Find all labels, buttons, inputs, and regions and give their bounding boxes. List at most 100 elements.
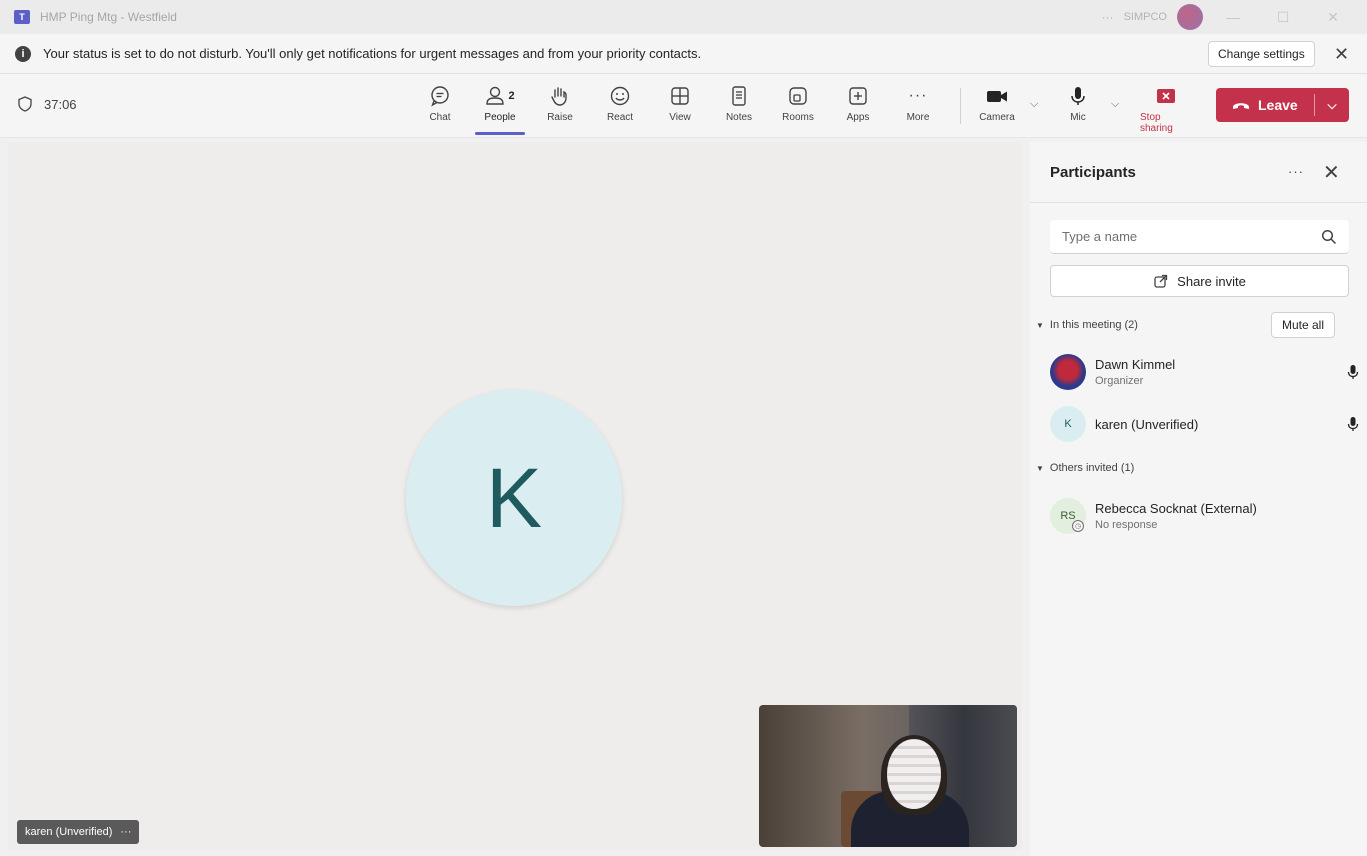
profile-avatar[interactable] [1177,4,1203,30]
teams-logo-icon: T [14,10,30,24]
avatar [1050,354,1086,390]
window-more-button[interactable]: ··· [1102,10,1114,24]
participant-name: Rebecca Socknat (External) [1095,501,1257,516]
people-icon [486,86,505,105]
others-invited-section-header[interactable]: ▼ Others invited (1) [1036,462,1134,474]
minimize-icon[interactable]: — [1213,9,1253,25]
close-window-icon[interactable]: ✕ [1313,9,1353,26]
chat-label: Chat [429,112,451,123]
raise-hand-button[interactable]: Raise [534,84,586,123]
share-invite-button[interactable]: Share invite [1050,265,1349,297]
apps-label: Apps [846,112,870,123]
invited-row[interactable]: RS ◷ Rebecca Socknat (External) No respo… [1050,498,1360,534]
participant-role: Organizer [1095,375,1144,387]
hang-up-icon [1233,103,1249,109]
pending-status-icon: ◷ [1072,520,1084,532]
in-meeting-label: In this meeting (2) [1049,319,1138,331]
others-invited-label: Others invited (1) [1049,462,1135,474]
toolbar-divider [960,88,961,124]
mic-button[interactable]: Mic [1052,84,1104,123]
apps-button[interactable]: Apps [832,84,884,123]
search-icon[interactable] [1321,229,1337,245]
people-label: People [484,112,516,123]
share-icon [1154,274,1168,288]
avatar: RS ◷ [1050,498,1086,534]
react-button[interactable]: React [594,84,646,123]
stop-sharing-icon [1157,89,1175,103]
notification-text: Your status is set to do not disturb. Yo… [43,46,702,61]
stop-sharing-label: Stop sharing [1140,112,1173,134]
org-name: SIMPCO [1123,11,1167,23]
window-title: HMP Ping Mtg - Westfield [40,10,177,24]
chat-icon [431,86,449,107]
camera-options-chevron-icon[interactable]: ⌵ [1030,98,1038,111]
participants-panel: Participants ··· ✕ Share invite ▼ In thi… [1030,142,1367,856]
maximize-icon[interactable]: ☐ [1263,9,1303,26]
add-apps-icon [849,87,867,105]
search-input[interactable] [1062,229,1302,244]
close-panel-icon[interactable]: ✕ [1323,160,1340,185]
blurred-face [887,739,941,809]
avatar-initials: RS [1060,510,1076,522]
mute-all-button[interactable]: Mute all [1271,312,1336,338]
camera-icon [987,91,1007,102]
people-count: 2 [508,90,515,102]
notes-button[interactable]: Notes [713,84,765,123]
leave-button[interactable]: Leave ⌵ [1216,88,1349,122]
self-video-preview[interactable] [759,705,1017,847]
leave-label: Leave [1258,97,1298,113]
rooms-label: Rooms [782,112,814,123]
emoji-icon [610,86,630,106]
avatar: K [1050,406,1086,442]
participant-row[interactable]: Dawn Kimmel Organizer [1050,354,1360,390]
participant-name: Dawn Kimmel [1095,357,1176,372]
timer-text: 37:06 [44,96,77,112]
view-button[interactable]: View [654,84,706,123]
name-tag-more-icon[interactable]: ··· [120,826,131,838]
leave-options-chevron-icon[interactable]: ⌵ [1315,98,1349,113]
notes-icon [732,86,746,106]
panel-more-icon[interactable]: ··· [1288,164,1304,179]
title-bar: T HMP Ping Mtg - Westfield ··· SIMPCO — … [0,0,1367,34]
dnd-notification-bar: i Your status is set to do not disturb. … [0,34,1367,74]
name-tag-label: karen (Unverified) [25,826,113,838]
collapse-triangle-icon: ▼ [1036,463,1044,473]
microphone-icon [1347,417,1359,431]
change-settings-button[interactable]: Change settings [1208,41,1315,67]
microphone-icon [1347,365,1359,379]
raise-hand-icon [551,87,567,106]
meeting-toolbar: 37:06 Chat 2 People Raise React View Not… [0,74,1367,138]
mic-label: Mic [1070,112,1086,123]
meeting-timer: 37:06 [18,96,77,112]
chat-button[interactable]: Chat [414,84,466,123]
participant-name: karen (Unverified) [1095,416,1199,432]
microphone-icon [1071,87,1085,105]
participant-search [1050,220,1349,254]
info-icon: i [15,45,31,62]
shield-icon [18,96,32,112]
mic-options-chevron-icon[interactable]: ⌵ [1111,98,1119,111]
in-meeting-section-header[interactable]: ▼ In this meeting (2) [1036,319,1138,331]
share-invite-label: Share invite [1177,273,1246,289]
more-button[interactable]: ··· More [892,84,944,123]
meeting-stage: K karen (Unverified) ··· [8,142,1022,850]
participant-row[interactable]: K karen (Unverified) [1050,406,1360,442]
participant-status: No response [1095,519,1158,531]
breakout-rooms-icon [789,87,807,105]
raise-label: Raise [547,112,573,123]
more-label: More [906,112,930,123]
participant-name-tag[interactable]: karen (Unverified) ··· [17,820,140,844]
camera-label: Camera [979,112,1015,123]
panel-title: Participants [1050,164,1136,181]
notes-label: Notes [725,112,753,123]
stop-sharing-button[interactable]: Stop sharing [1140,84,1192,134]
close-notification-icon[interactable]: ✕ [1334,44,1349,65]
rooms-button[interactable]: Rooms [772,84,824,123]
react-label: React [606,112,634,123]
participant-avatar: K [406,390,622,606]
view-label: View [669,112,691,123]
grid-view-icon [671,87,689,105]
people-button[interactable]: 2 People [474,84,526,123]
active-tab-indicator [475,132,525,135]
camera-button[interactable]: Camera [971,84,1023,123]
